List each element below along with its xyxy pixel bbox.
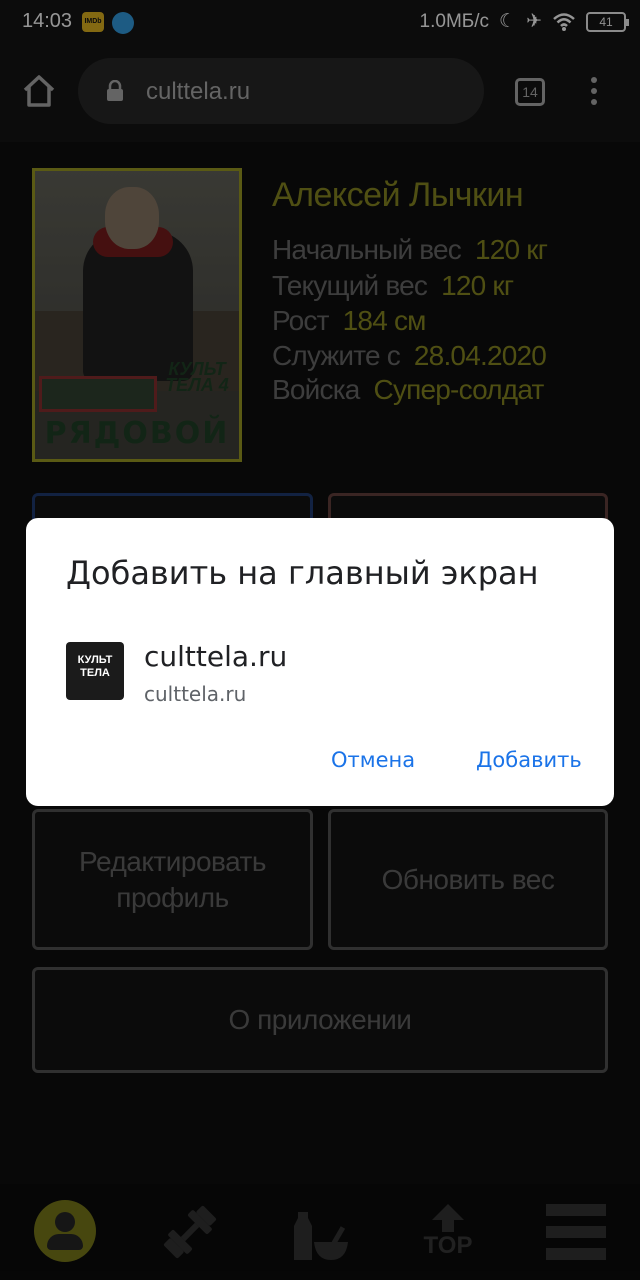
top-icon[interactable]: TOP: [418, 1202, 478, 1262]
wifi-icon: [553, 12, 575, 31]
info-value: 120 кг: [441, 270, 514, 301]
dumbbell-icon[interactable]: [160, 1202, 220, 1262]
menu-icon[interactable]: [546, 1202, 606, 1262]
info-label: Войска: [272, 374, 360, 405]
nutrition-icon[interactable]: [292, 1202, 352, 1262]
cancel-button[interactable]: Отмена: [331, 748, 415, 772]
edit-profile-button[interactable]: Редактировать профиль: [32, 809, 313, 950]
info-row: Служите с 28.04.2020: [272, 340, 547, 372]
update-weight-button[interactable]: Обновить вес: [328, 809, 608, 950]
site-logo: КУЛЬТ ТЕЛА: [66, 642, 124, 700]
status-time: 14:03: [22, 10, 73, 32]
moon-icon: ☾: [499, 11, 517, 32]
info-row: Текущий вес 120 кг: [272, 270, 514, 302]
brand-logo: КУЛЬТ ТЕЛА 4: [165, 359, 229, 395]
info-value: 120 кг: [475, 234, 548, 265]
info-row: Рост 184 см: [272, 305, 426, 337]
status-bar: 14:03 IMDb 1.0МБ/с ☾ ✈ 41: [0, 0, 640, 46]
rank-plate: [39, 376, 157, 412]
bottom-nav: TOP: [0, 1184, 640, 1280]
browser-toolbar: culttela.ru 14: [0, 46, 640, 142]
about-app-label: О приложении: [228, 1004, 412, 1035]
add-to-home-dialog: Добавить на главный экран КУЛЬТ ТЕЛА cul…: [26, 518, 614, 806]
info-label: Начальный вес: [272, 234, 462, 265]
net-speed: 1.0МБ/с: [419, 10, 490, 32]
add-button[interactable]: Добавить: [476, 748, 582, 772]
info-value: 28.04.2020: [413, 340, 547, 371]
address-bar[interactable]: culttela.ru: [78, 58, 484, 124]
info-label: Рост: [272, 305, 329, 336]
info-value: 184 см: [342, 305, 427, 336]
info-label: Текущий вес: [272, 270, 428, 301]
profile-name: Алексей Лычкин: [272, 176, 524, 214]
dialog-title: Добавить на главный экран: [66, 554, 539, 592]
overflow-menu-icon[interactable]: [590, 77, 598, 107]
info-row: Войска Супер-солдат: [272, 374, 544, 406]
avatar-card: КУЛЬТ ТЕЛА 4 РЯДОВОЙ: [32, 168, 242, 462]
battery-icon: 41: [586, 11, 629, 32]
site-url: culttela.ru: [144, 682, 247, 706]
info-value: Супер-солдат: [373, 374, 545, 405]
rank-label: РЯДОВОЙ: [44, 416, 230, 451]
top-label: TOP: [423, 1232, 473, 1259]
url-text: culttela.ru: [146, 78, 251, 105]
lock-icon: [107, 80, 123, 101]
imdb-icon: IMDb: [82, 12, 104, 32]
tabs-count-icon[interactable]: 14: [515, 78, 545, 106]
telegram-icon: [112, 12, 134, 34]
site-name-field[interactable]: culttela.ru: [144, 640, 287, 673]
about-app-button[interactable]: О приложении: [32, 967, 608, 1073]
status-right: 1.0МБ/с ☾ ✈ 41: [419, 10, 629, 33]
update-weight-label: Обновить вес: [381, 863, 555, 895]
profile-icon[interactable]: [34, 1200, 96, 1262]
info-row: Начальный вес 120 кг: [272, 234, 548, 266]
airplane-icon: ✈: [526, 11, 542, 32]
info-label: Служите с: [272, 340, 401, 371]
edit-profile-label: Редактировать профиль: [79, 845, 266, 913]
home-icon[interactable]: [22, 74, 56, 108]
